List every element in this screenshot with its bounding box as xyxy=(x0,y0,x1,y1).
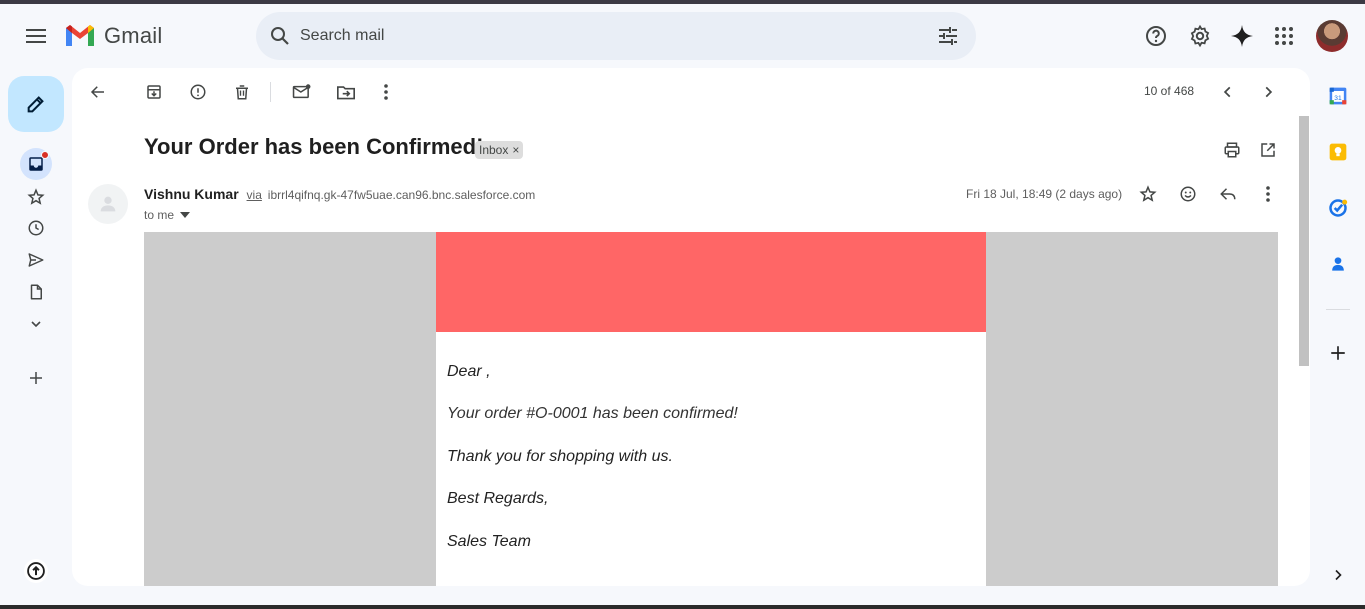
tasks-icon[interactable] xyxy=(1326,196,1350,220)
right-rail-divider xyxy=(1326,309,1350,310)
inbox-nav-item[interactable] xyxy=(20,148,52,180)
more-vert-icon[interactable] xyxy=(372,80,400,104)
print-icon[interactable] xyxy=(1220,138,1244,162)
settings-icon[interactable] xyxy=(1186,22,1214,50)
caret-down-icon xyxy=(180,212,191,218)
gmail-logo[interactable]: Gmail xyxy=(64,22,162,50)
greeting-line: Dear , xyxy=(447,363,491,380)
emoji-icon[interactable] xyxy=(1176,182,1200,206)
message-panel: 10 of 468 Your Order has been Confirmed!… xyxy=(72,68,1310,586)
app-header: Gmail xyxy=(0,4,1365,66)
chevron-left-icon xyxy=(1223,86,1231,98)
window-bottom-edge xyxy=(0,605,1365,609)
message-count: 10 of 468 xyxy=(1144,84,1195,98)
remove-label-button[interactable]: × xyxy=(512,143,519,157)
show-side-panel-button[interactable] xyxy=(1326,563,1350,587)
help-icon[interactable] xyxy=(1142,22,1170,50)
open-new-window-icon[interactable] xyxy=(1256,138,1280,162)
newer-message-button[interactable] xyxy=(1214,80,1242,104)
email-card: Dear , Your order #O-0001 has been confi… xyxy=(436,232,986,586)
email-banner xyxy=(436,232,986,332)
mark-unread-icon[interactable] xyxy=(288,80,316,104)
drafts-nav-item[interactable] xyxy=(20,276,52,308)
label-text: Inbox xyxy=(479,143,509,157)
search-bar[interactable] xyxy=(256,12,976,60)
older-message-button[interactable] xyxy=(1254,80,1282,104)
message-subject: Your Order has been Confirmed! xyxy=(144,134,484,159)
move-to-icon[interactable] xyxy=(332,80,360,104)
thanks-line: Thank you for shopping with us. xyxy=(447,448,673,465)
back-arrow-icon[interactable] xyxy=(84,80,112,104)
starred-nav-item[interactable] xyxy=(20,181,52,213)
chevron-down-icon xyxy=(31,321,41,328)
send-icon xyxy=(28,253,44,267)
chevron-right-icon xyxy=(1265,86,1273,98)
menu-icon[interactable] xyxy=(22,22,50,50)
inbox-label-chip[interactable]: Inbox × xyxy=(475,141,524,159)
account-avatar[interactable] xyxy=(1316,20,1348,52)
report-spam-icon[interactable] xyxy=(184,80,212,104)
email-body: Dear , Your order #O-0001 has been confi… xyxy=(144,232,1278,586)
search-input[interactable] xyxy=(300,12,900,60)
signature-line: Sales Team xyxy=(447,533,531,550)
contacts-icon[interactable] xyxy=(1326,252,1350,276)
snoozed-nav-item[interactable] xyxy=(20,212,52,244)
app-name: Gmail xyxy=(104,23,163,48)
upgrade-icon[interactable] xyxy=(24,559,48,583)
tune-icon[interactable] xyxy=(936,24,960,48)
plus-icon xyxy=(30,372,42,384)
chevron-right-icon xyxy=(1335,569,1342,581)
get-addons-button[interactable] xyxy=(1326,341,1350,365)
svg-text:31: 31 xyxy=(1334,95,1342,102)
toolbar-divider xyxy=(270,82,271,102)
pencil-icon xyxy=(27,96,44,113)
regards-line: Best Regards, xyxy=(447,490,549,507)
star-icon[interactable] xyxy=(1136,182,1160,206)
sender-email: ibrrl4qifnq.gk-47fw5uae.can96.bnc.salesf… xyxy=(267,188,536,202)
reply-icon[interactable] xyxy=(1216,182,1240,206)
create-label-button[interactable] xyxy=(20,362,52,394)
recipient-text: to me xyxy=(144,208,175,222)
draft-icon xyxy=(30,284,42,300)
star-icon xyxy=(27,188,45,205)
compose-button[interactable] xyxy=(8,76,64,132)
calendar-icon[interactable]: 31 xyxy=(1326,84,1350,108)
archive-icon[interactable] xyxy=(140,80,168,104)
sender-avatar[interactable] xyxy=(88,184,128,224)
keep-icon[interactable] xyxy=(1326,140,1350,164)
sent-nav-item[interactable] xyxy=(20,244,52,276)
search-icon[interactable] xyxy=(268,24,292,48)
apps-icon[interactable] xyxy=(1270,22,1298,50)
person-icon xyxy=(100,196,116,212)
clock-icon xyxy=(28,220,44,236)
recipient-details-toggle[interactable]: to me xyxy=(144,208,191,222)
more-vert-icon[interactable] xyxy=(1256,182,1280,206)
delete-icon[interactable] xyxy=(228,80,256,104)
gemini-icon[interactable] xyxy=(1228,22,1256,50)
scrollbar-thumb[interactable] xyxy=(1299,116,1309,366)
gmail-logo-icon xyxy=(66,25,94,46)
order-line: Your order #O-0001 has been confirmed! xyxy=(447,405,738,422)
plus-icon xyxy=(1331,346,1345,360)
unread-dot xyxy=(41,151,49,159)
message-date: Fri 18 Jul, 18:49 (2 days ago) xyxy=(966,187,1123,201)
more-nav-item[interactable] xyxy=(20,308,52,340)
via-link[interactable]: via xyxy=(247,188,262,202)
sender-name[interactable]: Vishnu Kumar xyxy=(144,186,239,202)
sender-line: Vishnu Kumar via ibrrl4qifnq.gk-47fw5uae… xyxy=(144,186,535,202)
